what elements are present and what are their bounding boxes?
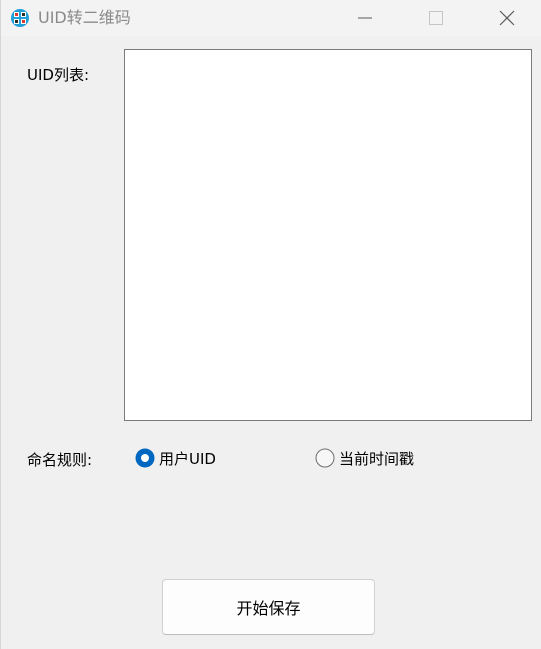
start-save-button-label: 开始保存 (236, 599, 301, 618)
close-icon (499, 10, 515, 26)
uid-list-label: UID列表: (27, 66, 90, 84)
maximize-button[interactable] (401, 0, 473, 36)
start-save-button[interactable]: 开始保存 (162, 579, 375, 635)
app-grid-icon (10, 8, 30, 28)
uid-list-input[interactable] (124, 49, 532, 421)
close-button[interactable] (470, 0, 541, 36)
radio-current-timestamp[interactable]: 当前时间戳 (315, 447, 414, 469)
radio-selected-icon (135, 448, 155, 468)
maximize-icon (429, 11, 443, 25)
title-bar[interactable]: UID转二维码 (1, 0, 541, 36)
naming-rule-label: 命名规则: (27, 451, 93, 469)
radio-user-uid-label: 用户UID (159, 449, 216, 468)
main-window: UID转二维码 UID列表: 命名规则: 用户UID 当前时间戳 开始保存 (0, 0, 541, 649)
radio-unselected-icon (315, 448, 335, 468)
minimize-button[interactable] (332, 0, 404, 36)
window-title: UID转二维码 (38, 8, 131, 27)
bottom-edge-decoration (229, 641, 444, 649)
radio-user-uid[interactable]: 用户UID (135, 447, 216, 469)
minimize-icon (358, 17, 372, 19)
radio-current-timestamp-label: 当前时间戳 (339, 449, 415, 468)
